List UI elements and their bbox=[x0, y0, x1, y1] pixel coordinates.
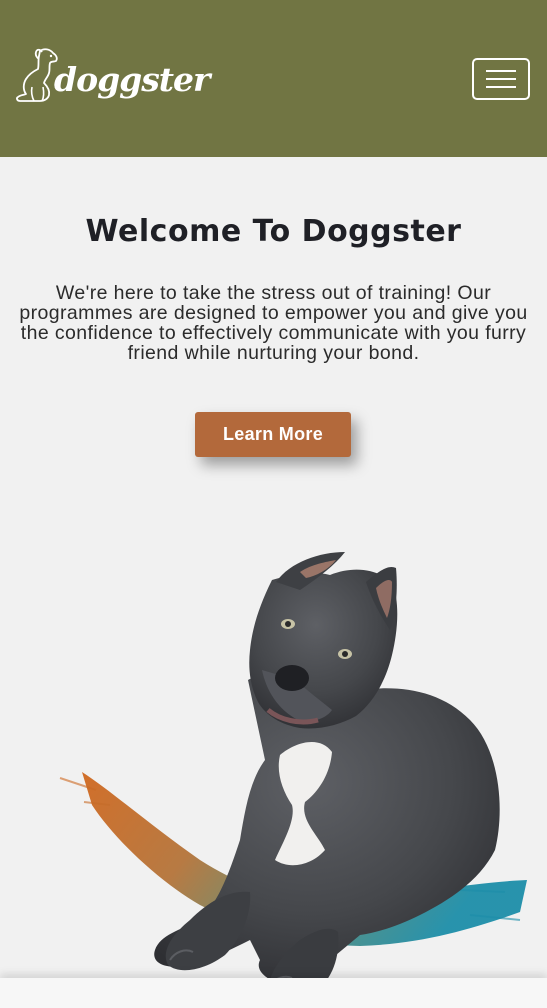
bottom-bar bbox=[0, 978, 547, 1008]
hero-title: Welcome To Doggster bbox=[85, 214, 462, 249]
learn-more-button[interactable]: Learn More bbox=[195, 412, 351, 457]
menu-toggle-button[interactable] bbox=[472, 58, 530, 100]
site-header: doggster bbox=[0, 0, 547, 157]
brand-name: doggster bbox=[54, 59, 210, 99]
dog-photo bbox=[59, 552, 527, 1000]
hamburger-menu-icon bbox=[486, 70, 516, 72]
brand-logo[interactable]: doggster bbox=[14, 44, 210, 108]
hero-description: We're here to take the stress out of tra… bbox=[19, 282, 528, 364]
